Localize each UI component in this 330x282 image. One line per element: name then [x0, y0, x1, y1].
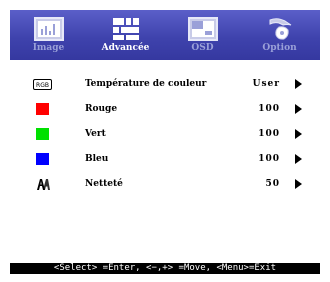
rgb-icon: RGB — [33, 79, 52, 90]
tab-advanced-label: Advancée — [101, 43, 150, 53]
arrow-right-icon[interactable] — [295, 154, 302, 164]
status-bar: <Select> =Enter, <−,+> =Move, <Menu>=Exi… — [10, 263, 320, 274]
menu-item-value: 100 — [258, 154, 280, 164]
tab-image-label: Image — [32, 43, 65, 53]
menu-item-label: Netteté — [85, 179, 123, 189]
menu-item-label: Vert — [85, 129, 106, 139]
osd-menu: Image Advancée OSD Option RGB Températur… — [10, 10, 320, 274]
blue-swatch — [36, 153, 49, 165]
image-tab-icon — [34, 17, 64, 41]
green-swatch — [36, 128, 49, 140]
menu-item-value: User — [252, 79, 280, 89]
menu-item-sharpness[interactable]: Netteté 50 — [10, 176, 320, 194]
tab-osd[interactable]: OSD — [164, 10, 241, 60]
advanced-grid-icon — [113, 18, 139, 40]
arrow-right-icon[interactable] — [295, 129, 302, 139]
tab-option-label: Option — [262, 43, 297, 53]
tab-bar: Image Advancée OSD Option — [10, 10, 320, 60]
sharpness-icon — [37, 179, 50, 190]
tab-advanced[interactable]: Advancée — [87, 10, 164, 60]
menu-item-value: 100 — [258, 129, 280, 139]
menu-item-label: Bleu — [85, 154, 109, 164]
arrow-right-icon[interactable] — [295, 79, 302, 89]
tab-option[interactable]: Option — [241, 10, 318, 60]
option-hand-icon — [269, 18, 292, 40]
menu-item-value: 50 — [265, 179, 280, 189]
tab-image[interactable]: Image — [10, 10, 87, 60]
red-swatch — [36, 103, 49, 115]
menu-item-red[interactable]: Rouge 100 — [10, 101, 320, 119]
menu-item-blue[interactable]: Bleu 100 — [10, 151, 320, 169]
menu-item-color-temperature[interactable]: RGB Température de couleur User — [10, 76, 320, 94]
tab-osd-label: OSD — [191, 43, 214, 53]
osd-window-icon — [188, 17, 218, 41]
menu-item-label: Rouge — [85, 104, 118, 114]
menu-item-green[interactable]: Vert 100 — [10, 126, 320, 144]
menu-item-value: 100 — [258, 104, 280, 114]
menu-item-label: Température de couleur — [85, 79, 207, 89]
arrow-right-icon[interactable] — [295, 179, 302, 189]
arrow-right-icon[interactable] — [295, 104, 302, 114]
